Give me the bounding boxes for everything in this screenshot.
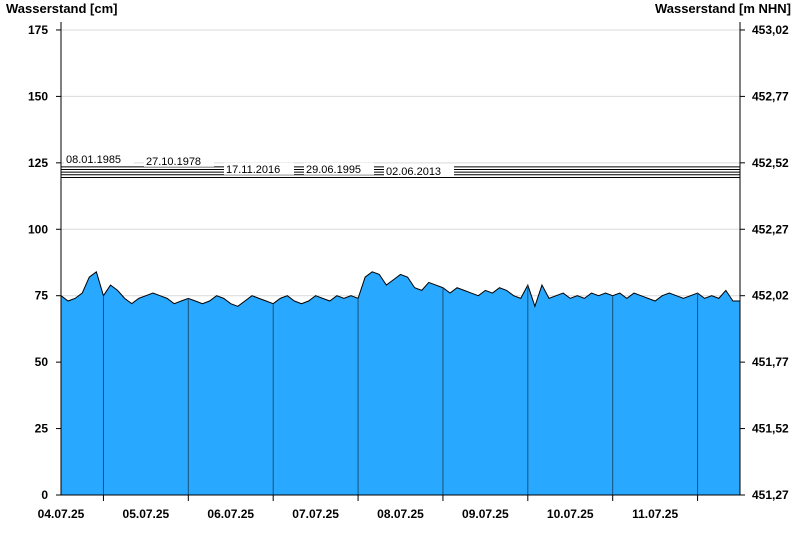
y-tick-label-right: 452,02 bbox=[752, 289, 789, 303]
y-tick-label-left: 150 bbox=[28, 89, 48, 103]
y-axis-label-left: Wasserstand [cm] bbox=[6, 1, 118, 16]
y-tick-label-left: 75 bbox=[35, 289, 49, 303]
series-fill bbox=[61, 271, 740, 495]
x-tick-label: 05.07.25 bbox=[123, 507, 170, 521]
reference-label: 17.11.2016 bbox=[226, 164, 280, 176]
y-axis-label-right: Wasserstand [m NHN] bbox=[655, 1, 791, 16]
y-tick-label-right: 451,77 bbox=[752, 355, 789, 369]
x-tick-label: 04.07.25 bbox=[38, 507, 85, 521]
y-tick-label-left: 175 bbox=[28, 23, 48, 37]
y-tick-label-right: 452,52 bbox=[752, 156, 789, 170]
y-tick-label-left: 0 bbox=[41, 488, 48, 502]
y-tick-label-left: 100 bbox=[28, 222, 48, 236]
y-tick-label-right: 452,77 bbox=[752, 89, 789, 103]
x-tick-label: 11.07.25 bbox=[632, 507, 678, 521]
x-tick-label: 10.07.25 bbox=[547, 507, 594, 521]
y-tick-label-right: 452,27 bbox=[752, 222, 789, 236]
y-tick-label-left: 125 bbox=[28, 156, 48, 170]
y-tick-label-right: 453,02 bbox=[752, 23, 789, 37]
series-area bbox=[60, 270, 740, 495]
x-tick-label: 09.07.25 bbox=[462, 507, 509, 521]
y-tick-label-left: 25 bbox=[35, 422, 49, 436]
y-tick-label-right: 451,27 bbox=[752, 488, 789, 502]
reference-label: 27.10.1978 bbox=[146, 156, 201, 168]
y-tick-label-left: 50 bbox=[35, 355, 49, 369]
reference-label: 29.06.1995 bbox=[306, 164, 361, 176]
y-tick-label-right: 451,52 bbox=[752, 422, 789, 436]
x-tick-label: 06.07.25 bbox=[207, 507, 254, 521]
x-tick-label: 08.07.25 bbox=[377, 507, 424, 521]
reference-label: 02.06.2013 bbox=[386, 166, 441, 178]
x-tick-label: 07.07.25 bbox=[292, 507, 339, 521]
reference-label: 08.01.1985 bbox=[66, 154, 121, 166]
water-level-chart: Wasserstand [cm] Wasserstand [m NHN] 08.… bbox=[0, 0, 800, 550]
